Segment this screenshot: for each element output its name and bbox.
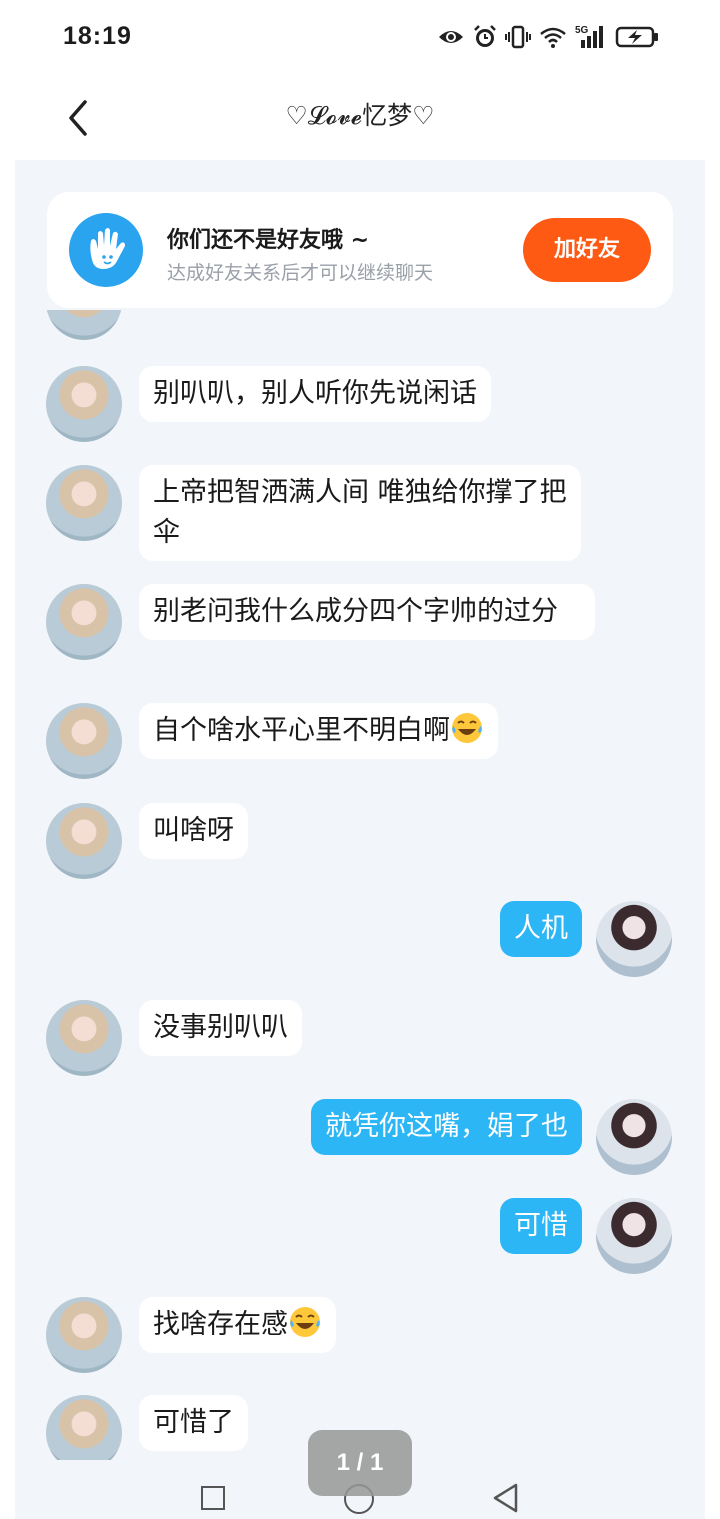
message-text: 可惜了 bbox=[153, 1407, 234, 1438]
message-text: 别叭叭，别人听你先说闲话 bbox=[153, 378, 477, 409]
chat-title: ♡𝓛𝓸𝓿𝓮忆梦♡ bbox=[285, 101, 435, 130]
add-friend-button[interactable]: 加好友 bbox=[523, 218, 651, 282]
message-bubble[interactable]: 别老问我什么成分四个字帅的过分 bbox=[139, 584, 595, 640]
back-triangle-icon[interactable] bbox=[491, 1482, 519, 1514]
avatar[interactable] bbox=[46, 1000, 122, 1076]
message-text: 可惜 bbox=[514, 1210, 568, 1241]
message-bubble[interactable]: 可惜了 bbox=[139, 1395, 248, 1451]
message-bubble[interactable]: 叫啥呀 bbox=[139, 803, 248, 859]
chat-header: ♡𝓛𝓸𝓿𝓮忆梦♡ bbox=[15, 76, 705, 160]
status-icons: 5G bbox=[437, 24, 659, 50]
avatar[interactable] bbox=[46, 703, 122, 779]
banner-title: 你们还不是好友哦 ~ bbox=[167, 228, 370, 253]
avatar[interactable] bbox=[596, 901, 672, 977]
message-text: 自个啥水平心里不明白啊 bbox=[153, 715, 450, 746]
message-text: 上帝把智洒满人间 唯独给你撑了把伞 bbox=[153, 477, 567, 548]
message-text: 叫啥呀 bbox=[153, 815, 234, 846]
avatar[interactable] bbox=[46, 1297, 122, 1373]
recent-apps-button[interactable] bbox=[201, 1486, 225, 1510]
avatar[interactable] bbox=[596, 1198, 672, 1274]
message-text: 找啥存在感 bbox=[153, 1309, 288, 1340]
app-frame: 18:19 5G ♡𝓛𝓸𝓿𝓮忆梦♡ 你们还不是好友哦 ~ 达成好友关系后才可以继… bbox=[15, 0, 705, 1519]
message-bubble[interactable]: 人机 bbox=[500, 901, 582, 957]
wave-hand-icon bbox=[69, 213, 143, 287]
laughing-tears-emoji bbox=[452, 713, 482, 743]
avatar[interactable] bbox=[46, 1395, 122, 1460]
laughing-tears-emoji bbox=[290, 1307, 320, 1337]
avatar[interactable] bbox=[46, 584, 122, 660]
battery-charging-icon bbox=[615, 26, 658, 48]
avatar[interactable] bbox=[596, 1099, 672, 1175]
status-time: 18:19 bbox=[63, 22, 132, 50]
avatar[interactable] bbox=[46, 310, 122, 340]
banner-subtitle: 达成好友关系后才可以继续聊天 bbox=[167, 262, 434, 284]
avatar[interactable] bbox=[46, 465, 122, 541]
status-bar: 18:19 5G bbox=[15, 0, 705, 76]
message-bubble[interactable]: 上帝把智洒满人间 唯独给你撑了把伞 bbox=[139, 465, 581, 561]
message-bubble[interactable]: 自个啥水平心里不明白啊 bbox=[139, 703, 498, 759]
page-indicator: 1 / 1 bbox=[308, 1430, 412, 1496]
message-bubble[interactable]: 找啥存在感 bbox=[139, 1297, 336, 1353]
avatar[interactable] bbox=[46, 366, 122, 442]
chat-message-list[interactable]: 别叭叭，别人听你先说闲话 上帝把智洒满人间 唯独给你撑了把伞 别老问我什么成分四… bbox=[15, 310, 705, 1460]
message-bubble[interactable]: 没事别叭叭 bbox=[139, 1000, 302, 1056]
message-bubble[interactable]: 就凭你这嘴，娟了也 bbox=[311, 1099, 582, 1155]
message-text: 就凭你这嘴，娟了也 bbox=[325, 1111, 568, 1142]
message-bubble[interactable]: 别叭叭，别人听你先说闲话 bbox=[139, 366, 491, 422]
alarm-icon bbox=[474, 25, 496, 47]
message-text: 没事别叭叭 bbox=[153, 1012, 288, 1043]
avatar[interactable] bbox=[46, 803, 122, 879]
message-text: 人机 bbox=[514, 913, 568, 944]
vibrate-icon bbox=[505, 25, 531, 49]
wifi-icon bbox=[540, 27, 566, 48]
friend-request-banner: 你们还不是好友哦 ~ 达成好友关系后才可以继续聊天 加好友 bbox=[47, 192, 673, 308]
message-bubble[interactable]: 可惜 bbox=[500, 1198, 582, 1254]
eye-icon bbox=[439, 31, 463, 43]
message-text: 别老问我什么成分四个字帅的过分 bbox=[153, 596, 558, 627]
signal-5g-icon: 5G bbox=[575, 25, 603, 48]
svg-text:5G: 5G bbox=[575, 25, 589, 36]
